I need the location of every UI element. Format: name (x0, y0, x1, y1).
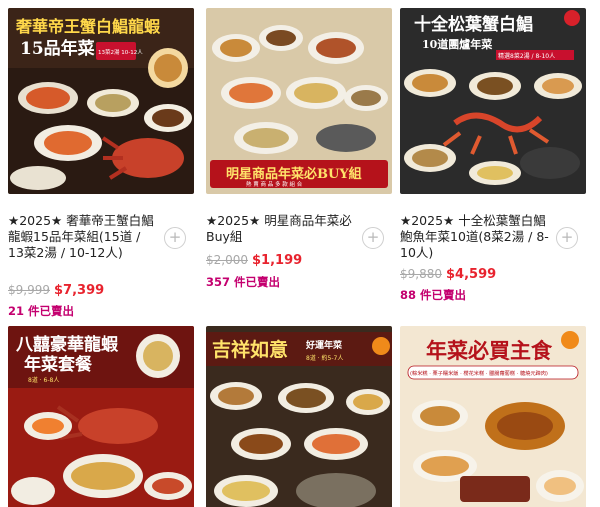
product-title[interactable]: ★2025★ 奢華帝王蟹白鯧龍蝦15品年菜組(15道 / 13菜2湯 / 10-… (8, 213, 158, 261)
banner-line2: (粽米糕 · 栗子糯米飯 · 櫻花米糕 · 臘腸蘿蔔糕 · 糖燒元蹄肉) (410, 369, 548, 377)
sold-count: 357 件已賣出 (206, 275, 281, 289)
product-image[interactable]: 年菜必買主食 (粽米糕 · 栗子糯米飯 · 櫻花米糕 · 臘腸蘿蔔糕 · 糖燒元… (400, 326, 586, 507)
banner-line1: 八囍豪華龍蝦 (16, 334, 119, 355)
sale-price: $7,399 (54, 283, 105, 298)
product-image[interactable]: 明星商品年菜必BUY組 熱 賣 商 品 多 款 組 合 (206, 8, 392, 194)
banner-line2: 好運年菜 (305, 339, 343, 351)
product-title[interactable]: ★2025★ 十全松葉蟹白鯧鮑魚年菜10道(8菜2湯 / 8-10人) (400, 213, 550, 261)
product-image[interactable]: 十全松葉蟹白鯧 10道團爐年菜 精選8菜2湯 / 8-10人 (400, 8, 586, 194)
original-price: $2,000 (206, 253, 248, 267)
original-price: $9,999 (8, 283, 50, 297)
banner-line1: 吉祥如意 (212, 338, 288, 361)
product-title[interactable]: ★2025★ 明星商品年菜必Buy組 (206, 213, 356, 245)
add-to-cart-button[interactable]: + (164, 227, 186, 249)
banner-line2: 熱 賣 商 品 多 款 組 合 (246, 180, 303, 188)
banner-line1: 年菜必買主食 (426, 338, 553, 363)
add-to-cart-button[interactable]: + (556, 227, 578, 249)
price-line: $2,000 $1,199 (206, 253, 302, 268)
product-image-art: 吉祥如意 好運年菜 8道 · 約5-7人 (206, 326, 392, 507)
banner-line1: 奢華帝王蟹白鯧龍蝦 (15, 17, 161, 36)
product-image-art: 年菜必買主食 (粽米糕 · 栗子糯米飯 · 櫻花米糕 · 臘腸蘿蔔糕 · 糖燒元… (400, 326, 586, 507)
product-image[interactable]: 吉祥如意 好運年菜 8道 · 約5-7人 (206, 326, 392, 507)
sold-count: 21 件已賣出 (8, 304, 75, 318)
product-image-art: 明星商品年菜必BUY組 熱 賣 商 品 多 款 組 合 (206, 8, 392, 194)
sold-count: 88 件已賣出 (400, 288, 467, 302)
banner-line1: 十全松葉蟹白鯧 (414, 14, 533, 35)
banner-line2: 年菜套餐 (24, 354, 93, 375)
original-price: $9,880 (400, 267, 442, 281)
product-image[interactable]: 奢華帝王蟹白鯧龍蝦 15品年菜 13菜2湯 10-12人 (8, 8, 194, 194)
product-image-art: 十全松葉蟹白鯧 10道團爐年菜 精選8菜2湯 / 8-10人 (400, 8, 586, 194)
product-image[interactable]: 八囍豪華龍蝦 年菜套餐 8道 · 6-8人 (8, 326, 194, 507)
product-image-art: 八囍豪華龍蝦 年菜套餐 8道 · 6-8人 (8, 326, 194, 507)
banner-line2: 15品年菜 (20, 38, 96, 59)
banner-badge: 8道 · 約5-7人 (306, 354, 343, 362)
sale-price: $1,199 (252, 253, 303, 268)
banner-badge: 精選8菜2湯 / 8-10人 (498, 52, 555, 60)
price-line: $9,880 $4,599 (400, 267, 496, 282)
add-to-cart-button[interactable]: + (362, 227, 384, 249)
sale-price: $4,599 (446, 267, 497, 282)
banner-line2: 10道團爐年菜 (422, 37, 493, 51)
banner-line1: 明星商品年菜必BUY組 (226, 166, 362, 182)
banner-badge: 13菜2湯 10-12人 (98, 48, 143, 56)
price-line: $9,999 $7,399 (8, 283, 104, 298)
product-image-art: 奢華帝王蟹白鯧龍蝦 15品年菜 13菜2湯 10-12人 (8, 8, 194, 194)
banner-badge: 8道 · 6-8人 (28, 376, 59, 384)
